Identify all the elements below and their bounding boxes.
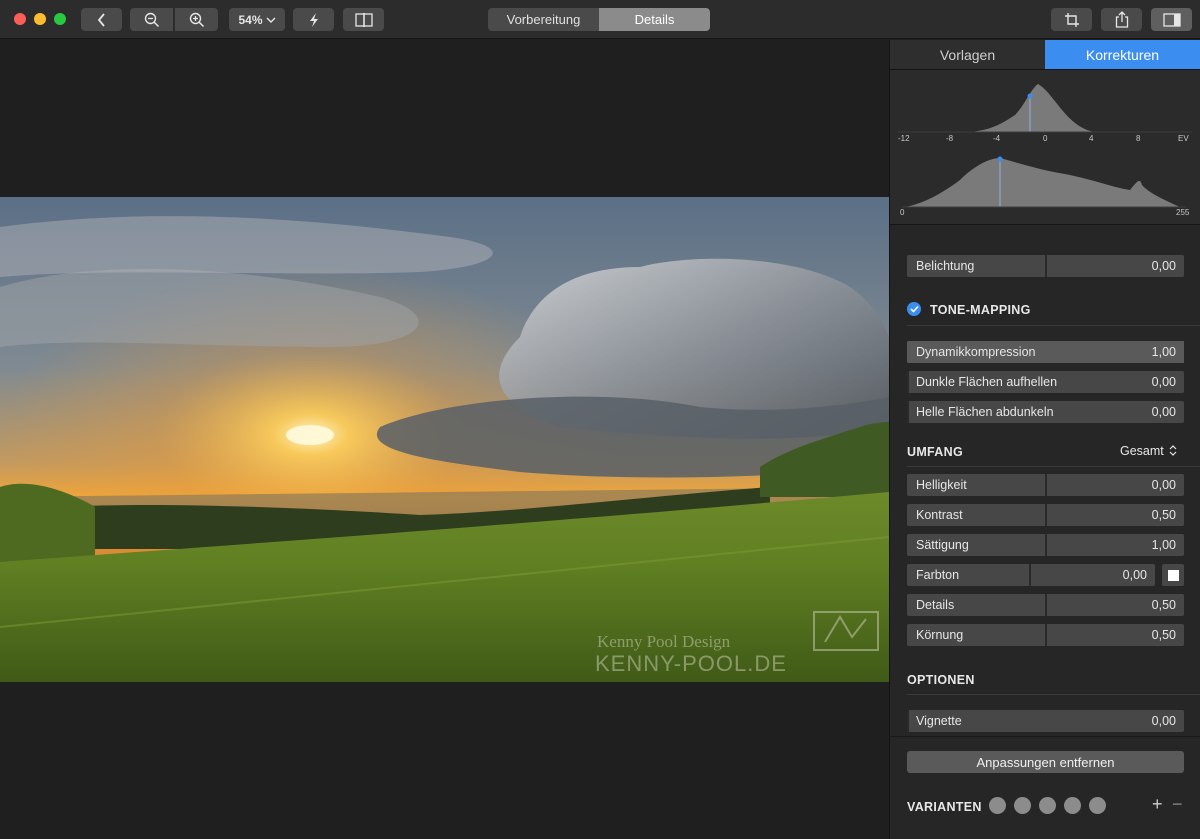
slider-label: Details: [916, 598, 955, 612]
compare-split-icon: [354, 12, 373, 27]
variant-slot[interactable]: [1039, 797, 1056, 814]
slider-label: Helle Flächen abdunkeln: [916, 405, 1054, 419]
slider-dynamikkompression[interactable]: Dynamikkompression 1,00: [907, 341, 1184, 363]
slider-helligkeit[interactable]: Helligkeit 0,00: [907, 474, 1184, 496]
updown-chevron-icon: [1169, 445, 1177, 456]
range-max-label: 255: [1176, 208, 1190, 217]
zoom-in-button[interactable]: [175, 8, 218, 31]
slider-saettigung[interactable]: Sättigung 1,00: [907, 534, 1184, 556]
image-canvas[interactable]: Kenny Pool Design KENNY-POOL.DE: [0, 40, 889, 839]
share-button[interactable]: [1101, 8, 1142, 31]
mode-segmented-control: Vorbereitung Details: [488, 8, 710, 31]
tab-korrekturen[interactable]: Korrekturen: [1045, 40, 1200, 69]
tab-vorlagen[interactable]: Vorlagen: [890, 40, 1045, 69]
share-icon: [1115, 11, 1128, 28]
tab-details[interactable]: Details: [599, 8, 710, 31]
histogram-area: -12 -8 -4 0 4 8 EV 0 255: [890, 70, 1200, 225]
slider-value: 1,00: [1151, 345, 1176, 359]
toolbar: 54% Vorbereitung Details: [0, 0, 1200, 39]
flash-icon: [309, 12, 318, 27]
slider-farbton[interactable]: Farbton 0,00: [907, 564, 1155, 586]
slider-label: Dynamikkompression: [916, 345, 1036, 359]
slider-value: 0,00: [1151, 259, 1176, 273]
slider-label: Körnung: [916, 628, 964, 642]
slider-label: Vignette: [916, 714, 962, 728]
zoom-level-value: 54%: [238, 12, 263, 27]
ev-tick: 8: [1136, 134, 1141, 143]
remove-variant-button[interactable]: −: [1172, 794, 1183, 815]
slider-label: Kontrast: [916, 508, 963, 522]
zoom-out-button[interactable]: [130, 8, 173, 31]
section-tone-mapping: TONE-MAPPING: [930, 303, 1031, 317]
variants-label: VARIANTEN: [907, 800, 982, 814]
slider-label: Farbton: [916, 568, 960, 582]
back-button[interactable]: [81, 8, 122, 31]
slider-value: 0,00: [1151, 478, 1176, 492]
watermark-text-1: Kenny Pool Design: [597, 632, 731, 651]
histogram-graphs: [898, 84, 1192, 208]
app-window: 54% Vorbereitung Details Kenny Pool Desi…: [0, 0, 1200, 839]
compare-button[interactable]: [343, 8, 384, 31]
slider-value: 1,00: [1151, 538, 1176, 552]
ev-tick: -12: [898, 134, 910, 143]
slider-label: Sättigung: [916, 538, 969, 552]
section-optionen: OPTIONEN: [907, 673, 975, 687]
ev-tick: 4: [1089, 134, 1094, 143]
variant-slot[interactable]: [989, 797, 1006, 814]
slider-label: Dunkle Flächen aufhellen: [916, 375, 1058, 389]
range-min-label: 0: [900, 208, 905, 217]
panel-tabs: Vorlagen Korrekturen: [890, 40, 1200, 70]
photo-landscape[interactable]: Kenny Pool Design KENNY-POOL.DE: [0, 197, 889, 682]
zoom-out-icon: [144, 12, 159, 27]
adjustments-panel: Vorlagen Korrekturen -12 -8 -4 0 4 8 EV …: [889, 40, 1200, 839]
slider-helle-flaechen[interactable]: Helle Flächen abdunkeln 0,00: [907, 401, 1184, 423]
slider-vignette[interactable]: Vignette 0,00: [907, 710, 1184, 732]
slider-koernung[interactable]: Körnung 0,50: [907, 624, 1184, 646]
variant-slot[interactable]: [1064, 797, 1081, 814]
watermark-text-2: KENNY-POOL.DE: [595, 651, 787, 676]
zoom-in-icon: [189, 12, 204, 27]
section-umfang: UMFANG: [907, 445, 963, 459]
slider-value: 0,00: [1151, 375, 1176, 389]
add-variant-button[interactable]: +: [1152, 794, 1163, 815]
range-select-value: Gesamt: [1120, 444, 1164, 458]
slider-details[interactable]: Details 0,50: [907, 594, 1184, 616]
photo-image: Kenny Pool Design KENNY-POOL.DE: [0, 197, 889, 682]
tab-vorbereitung[interactable]: Vorbereitung: [488, 8, 599, 31]
ev-tick: 0: [1043, 134, 1048, 143]
checkmark-icon: [909, 305, 919, 313]
zoom-level-select[interactable]: 54%: [229, 8, 285, 31]
slider-value: 0,50: [1151, 598, 1176, 612]
minimize-window-button[interactable]: [34, 13, 46, 25]
variant-slot[interactable]: [1089, 797, 1106, 814]
slider-kontrast[interactable]: Kontrast 0,50: [907, 504, 1184, 526]
slider-value: 0,50: [1151, 508, 1176, 522]
sidebar-toggle-icon: [1162, 12, 1181, 27]
close-window-button[interactable]: [14, 13, 26, 25]
slider-dunkle-flaechen[interactable]: Dunkle Flächen aufhellen 0,00: [907, 371, 1184, 393]
back-arrow-icon: [97, 12, 105, 27]
range-select[interactable]: Gesamt: [1120, 444, 1177, 458]
slider-value: 0,50: [1151, 628, 1176, 642]
variant-slot[interactable]: [1014, 797, 1031, 814]
slider-value: 0,00: [1122, 568, 1147, 582]
ev-unit: EV: [1178, 134, 1189, 143]
slider-label: Helligkeit: [916, 478, 967, 492]
ev-tick: -4: [993, 134, 1001, 143]
fullscreen-window-button[interactable]: [54, 13, 66, 25]
slider-value: 0,00: [1151, 405, 1176, 419]
crop-icon: [1064, 12, 1079, 27]
remove-adjustments-button[interactable]: Anpassungen entfernen: [907, 751, 1184, 773]
slider-belichtung[interactable]: Belichtung 0,00: [907, 255, 1184, 277]
tone-mapping-checkbox[interactable]: [907, 302, 921, 316]
hue-color-swatch[interactable]: [1162, 564, 1184, 586]
crop-button[interactable]: [1051, 8, 1092, 31]
slider-label: Belichtung: [916, 259, 975, 273]
sidebar-toggle-button[interactable]: [1151, 8, 1192, 31]
chevron-down-icon: [266, 17, 276, 23]
ev-tick: -8: [946, 134, 954, 143]
slider-value: 0,00: [1151, 714, 1176, 728]
auto-enhance-button[interactable]: [293, 8, 334, 31]
